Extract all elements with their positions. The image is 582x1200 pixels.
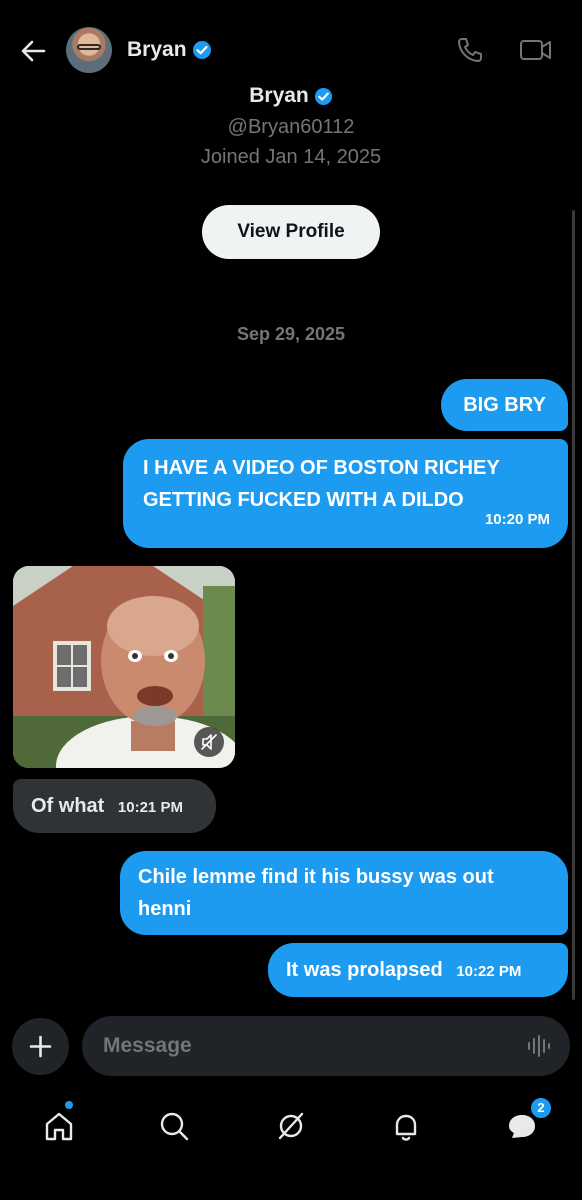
scrollbar[interactable] bbox=[572, 210, 575, 1000]
bottom-navigation bbox=[0, 1096, 582, 1156]
message-text: It was prolapsed bbox=[286, 959, 443, 981]
message-text: Of what bbox=[31, 795, 105, 817]
message-bubble-incoming[interactable]: Of what 10:21 PM bbox=[13, 779, 216, 833]
add-attachment-button[interactable] bbox=[12, 1018, 69, 1075]
message-time: 10:21 PM bbox=[117, 799, 183, 816]
message-bubble-outgoing[interactable]: It was prolapsed 10:22 PM bbox=[268, 943, 568, 997]
message-text: I HAVE A VIDEO OF BOSTON RICHEY GETTING … bbox=[143, 457, 500, 511]
verified-badge-icon bbox=[193, 41, 211, 59]
verified-badge-icon bbox=[314, 87, 332, 105]
message-time: 10:20 PM bbox=[484, 511, 550, 528]
message-text: Chile lemme find it his bussy was out he… bbox=[138, 866, 494, 920]
grok-icon[interactable] bbox=[271, 1106, 311, 1146]
message-bubble-outgoing[interactable]: I HAVE A VIDEO OF BOSTON RICHEY GETTING … bbox=[123, 439, 568, 548]
profile-handle: @Bryan60112 bbox=[227, 116, 355, 138]
messages-badge: 2 bbox=[530, 1097, 552, 1119]
profile-joined-date: Joined Jan 14, 2025 bbox=[200, 146, 382, 168]
message-input[interactable]: Message bbox=[82, 1016, 570, 1076]
message-time: 10:22 PM bbox=[456, 963, 522, 980]
home-icon[interactable] bbox=[39, 1106, 79, 1146]
phone-icon[interactable] bbox=[456, 36, 484, 64]
plus-icon bbox=[29, 1035, 52, 1058]
video-camera-icon[interactable] bbox=[519, 36, 553, 64]
gif-media[interactable] bbox=[13, 566, 235, 768]
header-name[interactable]: Bryan bbox=[127, 38, 187, 62]
voice-icon[interactable] bbox=[526, 1034, 552, 1058]
message-input-placeholder: Message bbox=[103, 1034, 192, 1057]
home-notification-dot bbox=[65, 1101, 73, 1109]
search-icon[interactable] bbox=[154, 1106, 194, 1146]
message-bubble-outgoing[interactable]: Chile lemme find it his bussy was out he… bbox=[120, 851, 568, 935]
profile-name-row: Bryan bbox=[0, 84, 582, 108]
conversation-date: Sep 29, 2025 bbox=[236, 324, 346, 344]
back-arrow-icon[interactable] bbox=[18, 36, 48, 66]
mute-icon[interactable] bbox=[194, 727, 224, 757]
message-text: BIG BRY bbox=[463, 394, 546, 416]
profile-name: Bryan bbox=[249, 84, 309, 107]
bell-icon[interactable] bbox=[386, 1106, 426, 1146]
message-bubble-outgoing[interactable]: BIG BRY bbox=[441, 379, 568, 431]
view-profile-button[interactable]: View Profile bbox=[202, 205, 380, 259]
avatar[interactable] bbox=[66, 27, 112, 73]
